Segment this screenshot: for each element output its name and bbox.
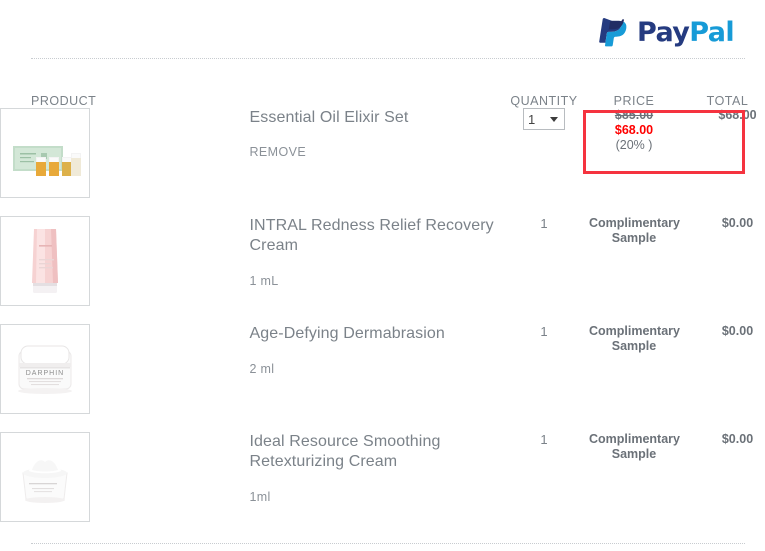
product-name[interactable]: INTRAL Redness Relief Recovery Cream [250, 216, 500, 256]
paypal-logo[interactable]: Pay Pal [598, 16, 735, 49]
svg-text:DARPHIN: DARPHIN [26, 370, 65, 377]
product-name[interactable]: Age-Defying Dermabrasion [250, 324, 500, 344]
cart-table: PRODUCT QUANTITY PRICE TOTAL Essential O… [0, 58, 765, 522]
paypal-wordmark: Pay Pal [636, 17, 735, 48]
table-row: DARPHIN Age-Defying Dermabrasion 2 ml 1 … [0, 324, 765, 414]
product-thumbnail-cell: DARPHIN [0, 324, 250, 414]
column-header-quantity: QUANTITY [510, 94, 578, 108]
row-spacer [0, 306, 765, 324]
intral-redness-relief-cream-thumbnail[interactable] [0, 216, 90, 306]
quantity-cell: 1 [540, 216, 548, 231]
product-thumbnail-cell [0, 108, 250, 198]
product-thumbnail-cell [0, 432, 250, 522]
table-row: Ideal Resource Smoothing Retexturizing C… [0, 432, 765, 522]
ideal-resource-smoothing-cream-thumbnail[interactable] [0, 432, 90, 522]
essential-oil-elixir-set-thumbnail[interactable] [0, 108, 90, 198]
quantity-cell: 1 [499, 108, 589, 198]
column-header-product: PRODUCT [31, 94, 97, 108]
paypal-word-pal: Pal [689, 17, 734, 48]
complimentary-sample-label: Complimentary Sample [589, 432, 680, 461]
quantity-cell: 1 [540, 324, 548, 339]
paypal-word-pay: Pay [636, 17, 690, 48]
quantity-select-wrapper[interactable]: 1 [523, 108, 565, 130]
original-price: $85.00 [614, 108, 654, 122]
paypal-mark-icon [598, 16, 628, 49]
quantity-cell: 1 [540, 432, 548, 447]
line-total: $68.00 [718, 108, 757, 122]
row-spacer [0, 198, 765, 216]
product-size-label: 1 mL [249, 274, 279, 288]
column-header-price: PRICE [613, 94, 655, 108]
product-size-label: 2 ml [249, 362, 275, 376]
page-header: Pay Pal [0, 0, 765, 58]
product-name[interactable]: Ideal Resource Smoothing Retexturizing C… [250, 432, 500, 472]
price-cell: Complimentary Sample [589, 216, 680, 306]
row-spacer [0, 414, 765, 432]
product-info-cell: Age-Defying Dermabrasion 2 ml [250, 324, 500, 414]
product-info-cell: Ideal Resource Smoothing Retexturizing C… [250, 432, 500, 522]
product-thumbnail-cell [0, 216, 250, 306]
price-cell: Complimentary Sample [589, 432, 680, 522]
discounted-price: $68.00 [614, 123, 654, 137]
product-info-cell: Essential Oil Elixir Set REMOVE [250, 108, 500, 198]
product-info-cell: INTRAL Redness Relief Recovery Cream 1 m… [250, 216, 500, 306]
table-row: Essential Oil Elixir Set REMOVE 1 $85.00… [0, 108, 765, 198]
complimentary-sample-label: Complimentary Sample [589, 216, 680, 245]
price-cell: Complimentary Sample [589, 324, 680, 414]
table-header-row: PRODUCT QUANTITY PRICE TOTAL [0, 58, 765, 108]
price-cell: $85.00 $68.00 (20% ) [589, 108, 679, 198]
discount-percent: (20% ) [615, 138, 653, 152]
product-name[interactable]: Essential Oil Elixir Set [250, 108, 500, 128]
line-total: $0.00 [721, 432, 754, 446]
cart-table-body: Essential Oil Elixir Set REMOVE 1 $85.00… [0, 108, 765, 522]
complimentary-sample-label: Complimentary Sample [589, 324, 680, 353]
age-defying-dermabrasion-thumbnail[interactable]: DARPHIN [0, 324, 90, 414]
column-header-total: TOTAL [706, 94, 749, 108]
line-total: $0.00 [721, 324, 754, 338]
footer-divider [31, 543, 745, 544]
quantity-select[interactable]: 1 [523, 108, 565, 130]
line-total: $0.00 [721, 216, 754, 230]
table-row: INTRAL Redness Relief Recovery Cream 1 m… [0, 216, 765, 306]
remove-item-link[interactable]: REMOVE [250, 145, 500, 159]
product-size-label: 1ml [249, 490, 271, 504]
cart-table-header: PRODUCT QUANTITY PRICE TOTAL [0, 58, 765, 108]
